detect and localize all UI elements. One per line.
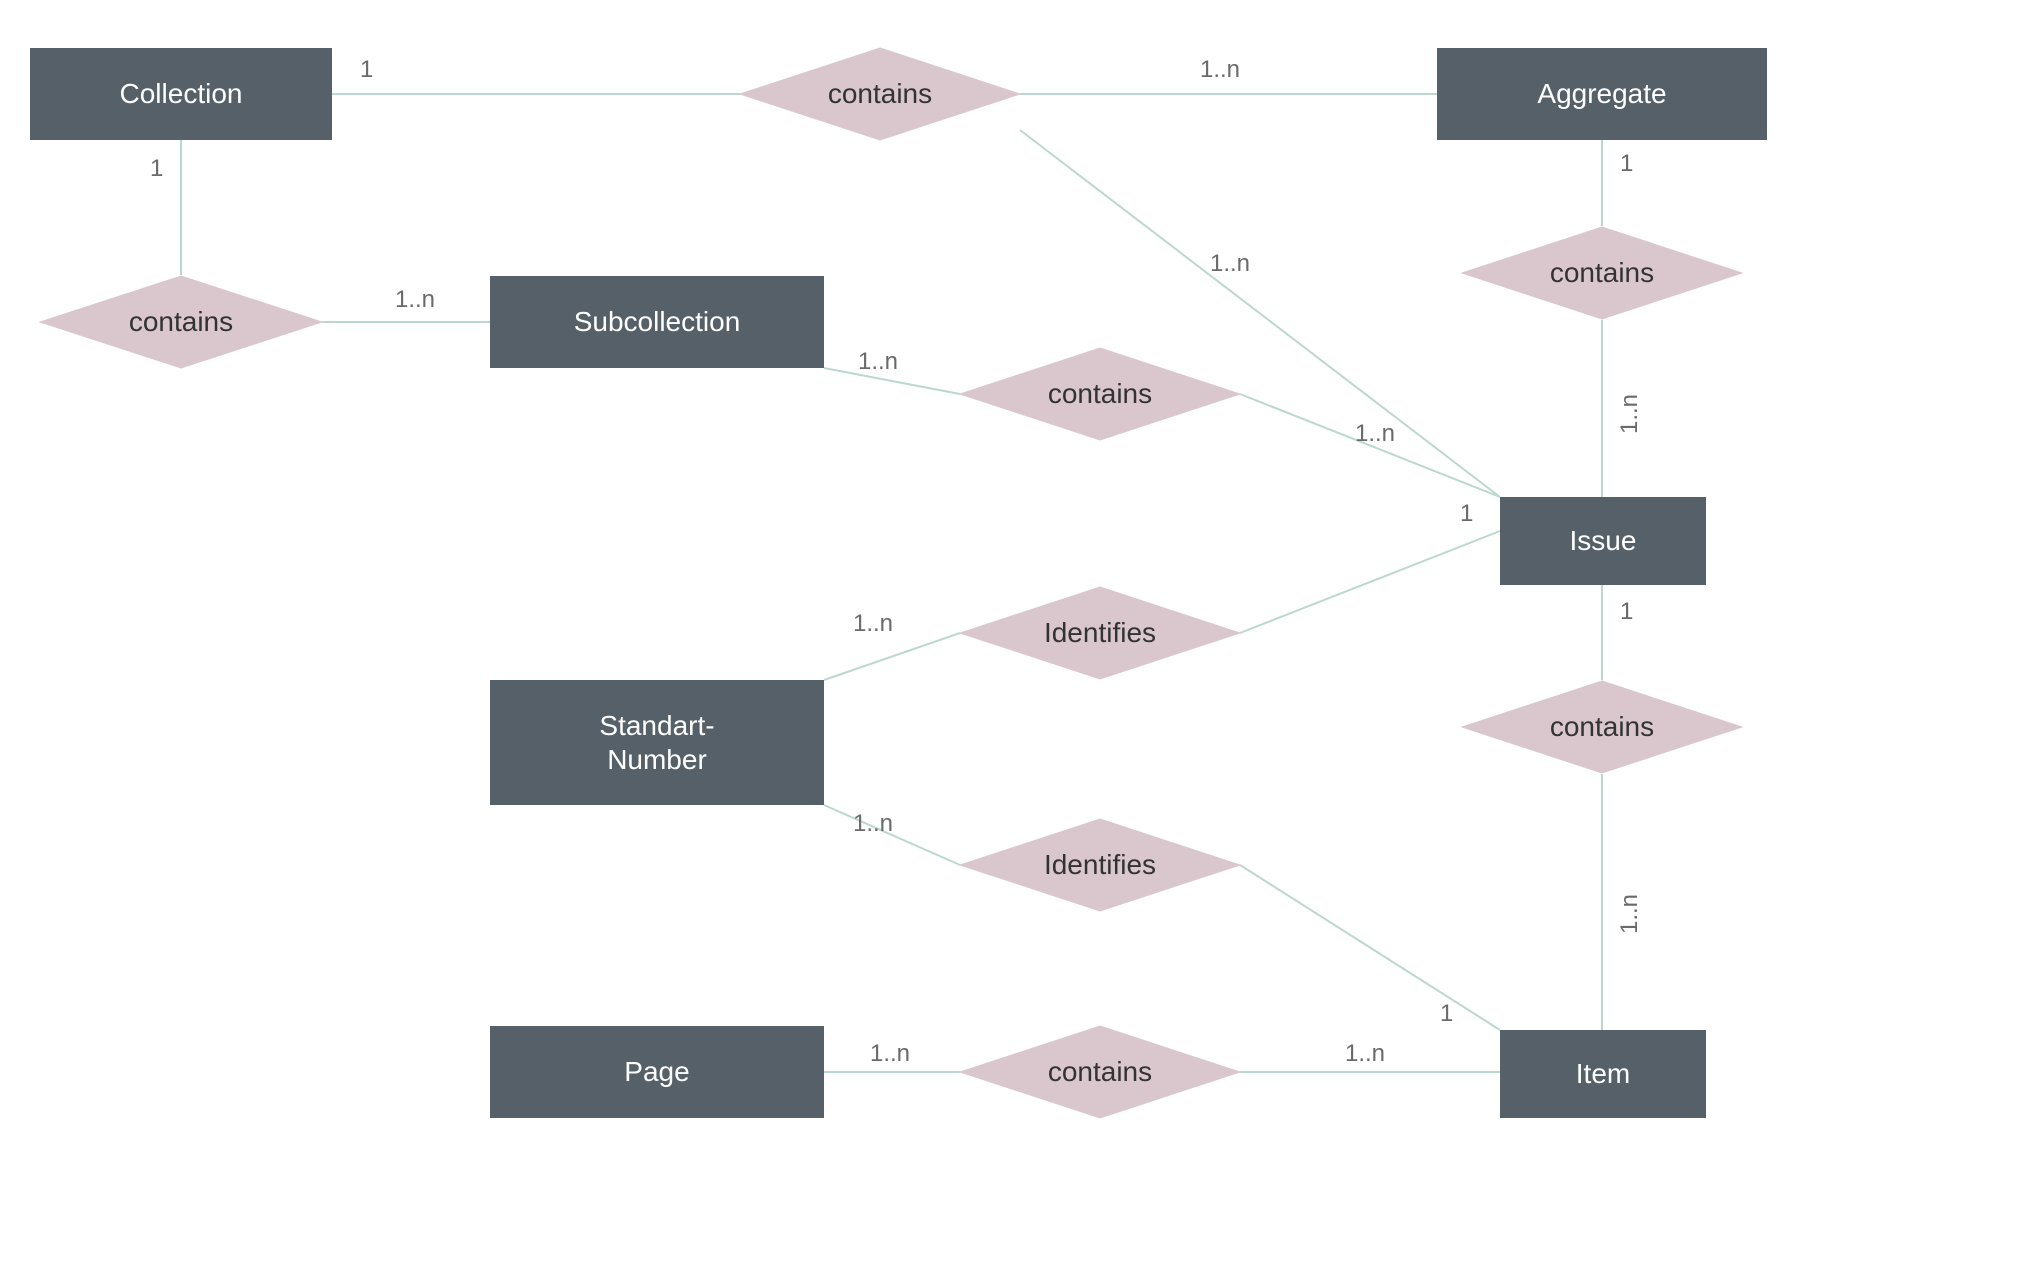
card-std-identifies2: 1..n	[853, 810, 893, 838]
entity-label: Aggregate	[1537, 77, 1666, 111]
card-contains5-item: 1..n	[1616, 894, 1644, 934]
entity-label: Page	[624, 1055, 689, 1089]
card-contains3-issue: 1..n	[1355, 420, 1395, 448]
entity-subcollection: Subcollection	[490, 276, 824, 368]
card-contains4-issue: 1..n	[1616, 394, 1644, 434]
card-item-contains6: 1..n	[1345, 1040, 1385, 1068]
card-identifies2-item: 1	[1440, 1000, 1453, 1028]
card-contains2-subcoll: 1..n	[395, 286, 435, 314]
entity-collection: Collection	[30, 48, 332, 140]
card-contains6-page: 1..n	[870, 1040, 910, 1068]
card-coll-contains2: 1	[150, 155, 163, 183]
entity-label: Standart- Number	[599, 709, 714, 776]
entity-page: Page	[490, 1026, 824, 1118]
entity-standart-number: Standart- Number	[490, 680, 824, 805]
card-issue-identifies1: 1	[1460, 500, 1473, 528]
card-issue-contains5: 1	[1620, 598, 1633, 626]
card-coll-contains1: 1	[360, 56, 373, 84]
entity-label: Issue	[1570, 524, 1637, 558]
entity-label: Item	[1576, 1057, 1630, 1091]
card-contains1-agg: 1..n	[1200, 56, 1240, 84]
card-identifies1-std: 1..n	[853, 610, 893, 638]
card-agg-contains4: 1	[1620, 150, 1633, 178]
edges-layer	[0, 0, 2034, 1284]
entity-aggregate: Aggregate	[1437, 48, 1767, 140]
entity-item: Item	[1500, 1030, 1706, 1118]
entity-label: Subcollection	[574, 305, 741, 339]
er-diagram: Collection Subcollection Aggregate Issue…	[0, 0, 2034, 1284]
entity-label: Collection	[120, 77, 243, 111]
card-subcoll-contains3: 1..n	[858, 348, 898, 376]
entity-issue: Issue	[1500, 497, 1706, 585]
card-contains1-issue-diag: 1..n	[1210, 250, 1250, 278]
